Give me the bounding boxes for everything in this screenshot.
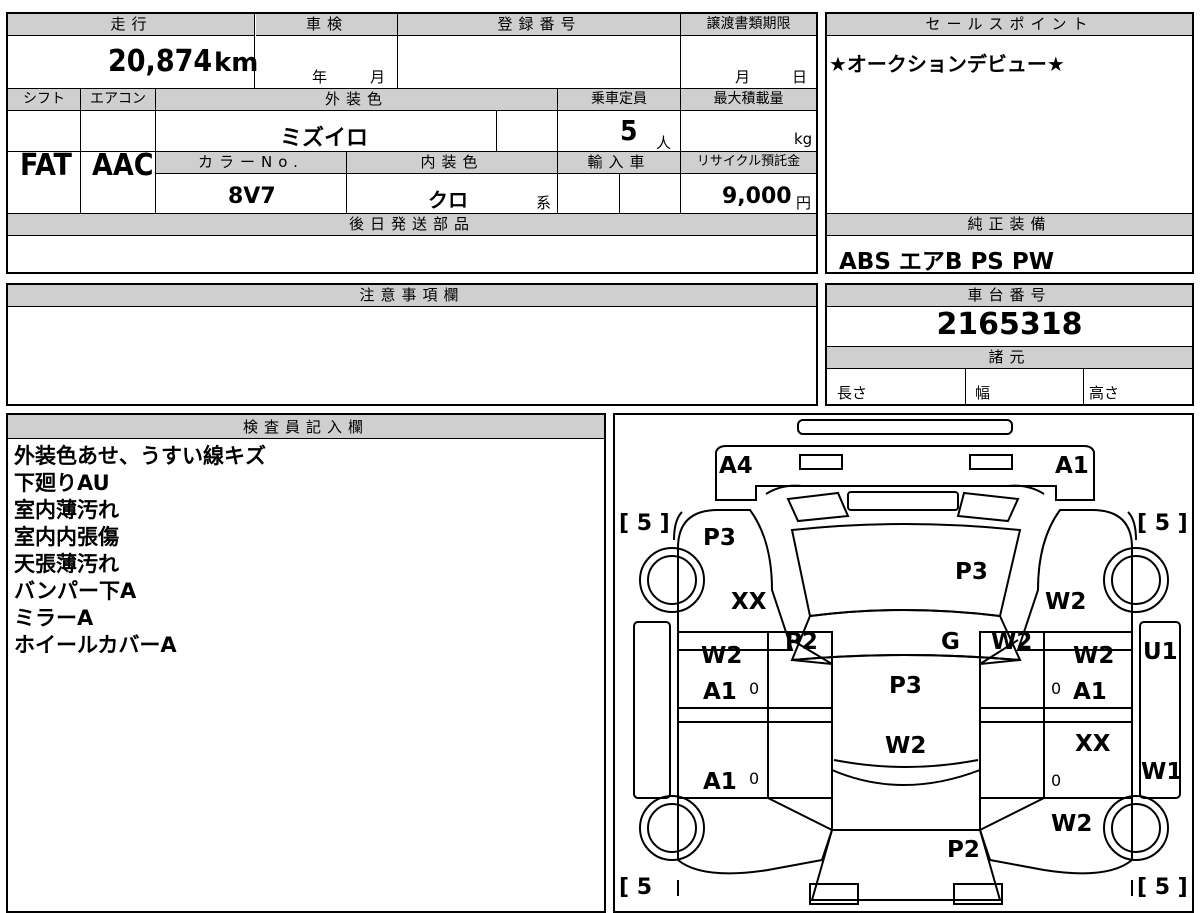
tire-rear-right-label: [ 5 ] bbox=[1137, 875, 1188, 900]
damage-code: P2 bbox=[785, 629, 818, 655]
damage-code: XX bbox=[1075, 731, 1111, 757]
mileage-value: 20,874 bbox=[108, 44, 213, 79]
damage-code: W2 bbox=[701, 643, 743, 669]
car-diagram-panel: [ 5 ] [ 5 ] [ 5 [ 5 ] A4 A1 P3 P3 XX W2 … bbox=[613, 413, 1194, 913]
interior-color-value: クロ bbox=[428, 188, 468, 212]
registration-header: 登録番号 bbox=[398, 14, 681, 36]
inspection-month-unit: 月 bbox=[370, 68, 386, 86]
interior-color-header: 内装色 bbox=[347, 152, 557, 174]
capacity-header: 乗車定員 bbox=[558, 89, 680, 111]
inspector-note: バンパー下A bbox=[14, 579, 137, 603]
chassis-header: 車台番号 bbox=[827, 285, 1192, 307]
tire-rear-left-label: [ 5 bbox=[619, 875, 653, 900]
damage-code: W2 bbox=[1073, 643, 1115, 669]
transfer-day-unit: 日 bbox=[792, 68, 808, 86]
capacity-unit: 人 bbox=[656, 134, 672, 152]
interior-color-suffix: 系 bbox=[536, 194, 552, 212]
shift-value: FAT bbox=[20, 148, 72, 183]
aircon-header: エアコン bbox=[81, 89, 155, 111]
vehicle-info-table: 走行 車検 登録番号 譲渡書類期限 20,874 km 年 月 月 日 シフト … bbox=[6, 12, 818, 274]
inspector-note: 下廻りAU bbox=[14, 471, 110, 495]
recycle-fee-value: 9,000 bbox=[722, 184, 792, 209]
length-label: 長さ bbox=[837, 384, 868, 402]
damage-code: A1 bbox=[1055, 453, 1089, 479]
chassis-panel: 車台番号 2165318 諸元 長さ 幅 高さ bbox=[825, 283, 1194, 406]
inspector-note: 室内内張傷 bbox=[14, 525, 119, 549]
sales-point-panel: セールスポイント ★オークションデビュー★ 純正装備 ABS エアB PS PW bbox=[825, 12, 1194, 275]
max-load-unit: kg bbox=[794, 130, 813, 148]
inspector-panel: 検査員記入欄 外装色あせ、うすい線キズ 下廻りAU 室内薄汚れ 室内内張傷 天張… bbox=[6, 413, 606, 913]
tire-front-left-label: [ 5 ] bbox=[619, 511, 670, 536]
inspector-note: 室内薄汚れ bbox=[14, 498, 119, 522]
import-header: 輸入車 bbox=[558, 152, 680, 174]
caution-panel: 注意事項欄 bbox=[6, 283, 818, 406]
inspection-year-unit: 年 bbox=[312, 68, 328, 86]
max-load-header: 最大積載量 bbox=[681, 89, 816, 111]
sales-point-text: ★オークションデビュー★ bbox=[829, 52, 1065, 76]
color-no-value: 8V7 bbox=[228, 184, 276, 209]
shift-header: シフト bbox=[8, 89, 80, 111]
damage-code: W2 bbox=[1045, 589, 1087, 615]
inspector-notes: 外装色あせ、うすい線キズ 下廻りAU 室内薄汚れ 室内内張傷 天張薄汚れ バンパ… bbox=[14, 443, 266, 659]
inspector-header: 検査員記入欄 bbox=[8, 415, 604, 439]
damage-code: W2 bbox=[991, 629, 1033, 655]
damage-code: P2 bbox=[947, 837, 980, 863]
zero-mark: 0 bbox=[749, 679, 760, 698]
recycle-fee-unit: 円 bbox=[796, 194, 812, 212]
damage-code: A4 bbox=[719, 453, 753, 479]
zero-mark: 0 bbox=[1051, 679, 1062, 698]
damage-code: A1 bbox=[703, 769, 737, 795]
damage-code: P3 bbox=[955, 559, 988, 585]
inspector-note: ホイールカバーA bbox=[14, 633, 177, 657]
inspector-note: ミラーA bbox=[14, 606, 94, 630]
recycle-fee-header: リサイクル預託金 bbox=[681, 152, 816, 174]
transfer-deadline-header: 譲渡書類期限 bbox=[681, 14, 816, 36]
damage-code: W2 bbox=[885, 733, 927, 759]
zero-mark: 0 bbox=[1051, 771, 1062, 790]
tire-front-right-label: [ 5 ] bbox=[1137, 511, 1188, 536]
width-label: 幅 bbox=[975, 384, 991, 402]
damage-code: XX bbox=[731, 589, 767, 615]
color-no-header: カラーNo. bbox=[156, 152, 346, 174]
sales-point-header: セールスポイント bbox=[827, 14, 1192, 36]
damage-code: A1 bbox=[1073, 679, 1107, 705]
equipment-header: 純正装備 bbox=[827, 214, 1192, 236]
damage-code: W1 bbox=[1141, 759, 1183, 785]
inspector-note: 外装色あせ、うすい線キズ bbox=[14, 444, 266, 468]
damage-code: W2 bbox=[1051, 811, 1093, 837]
damage-code: G bbox=[941, 629, 960, 655]
transfer-month-unit: 月 bbox=[735, 68, 751, 86]
chassis-number: 2165318 bbox=[936, 307, 1083, 342]
zero-mark: 0 bbox=[749, 769, 760, 788]
mileage-header: 走行 bbox=[8, 14, 255, 36]
later-parts-header: 後日発送部品 bbox=[8, 214, 816, 236]
damage-code: P3 bbox=[703, 525, 736, 551]
aircon-value: AAC bbox=[92, 148, 154, 183]
damage-code: U1 bbox=[1143, 639, 1178, 665]
damage-code: P3 bbox=[889, 673, 922, 699]
specs-header: 諸元 bbox=[827, 347, 1192, 369]
inspection-header: 車検 bbox=[256, 14, 398, 36]
caution-header: 注意事項欄 bbox=[8, 285, 816, 307]
mileage-unit: km bbox=[214, 48, 259, 78]
damage-code: A1 bbox=[703, 679, 737, 705]
capacity-value: 5 bbox=[620, 114, 638, 147]
inspector-note: 天張薄汚れ bbox=[14, 552, 119, 576]
height-label: 高さ bbox=[1089, 384, 1120, 402]
equipment-text: ABS エアB PS PW bbox=[839, 249, 1055, 275]
exterior-color-value: ミズイロ bbox=[280, 126, 369, 151]
exterior-color-header: 外装色 bbox=[156, 89, 557, 111]
